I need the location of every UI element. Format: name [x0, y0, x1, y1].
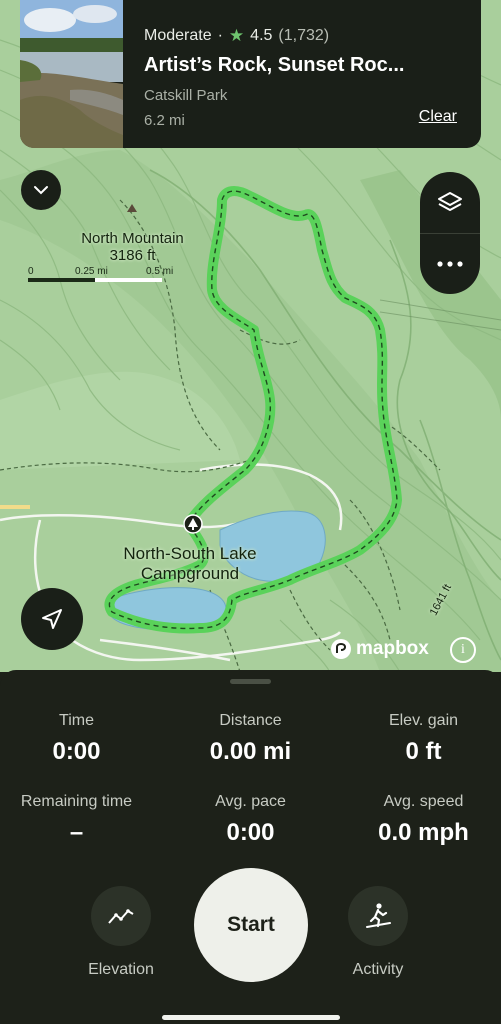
stat-elev-value: 0 ft — [405, 738, 442, 765]
mapbox-text: mapbox — [356, 638, 429, 659]
more-button[interactable] — [420, 234, 480, 294]
star-icon: ★ — [228, 26, 245, 45]
chevron-down-icon — [34, 186, 48, 195]
stat-distance-label: Distance — [219, 712, 282, 729]
stat-time-label: Time — [59, 712, 94, 729]
trail-meta: Moderate · ★ 4.5 (1,732) — [144, 26, 457, 46]
stat-remaining-time: Remaining time – — [0, 793, 160, 847]
campground-label: North-South Lake Campground — [100, 544, 280, 584]
start-button[interactable]: Start — [194, 868, 308, 982]
activity-button[interactable] — [348, 886, 408, 946]
difficulty: Moderate — [144, 27, 212, 44]
elevation-chart-icon — [108, 909, 134, 924]
scale-label-2: 0.5 mi — [146, 266, 174, 277]
trail-name: Artist’s Rock, Sunset Roc... — [144, 54, 405, 76]
scale-label-1: 0.25 mi — [75, 266, 108, 277]
peak-name: North Mountain — [81, 230, 184, 247]
mapbox-attribution: mapbox — [330, 638, 429, 660]
stat-distance-value: 0.00 mi — [209, 738, 292, 765]
rating: 4.5 — [250, 27, 273, 44]
campground-name-line1: North-South Lake — [123, 544, 257, 563]
info-icon[interactable]: i — [450, 637, 476, 663]
trail-card[interactable]: Moderate · ★ 4.5 (1,732) Artist’s Rock, … — [20, 0, 481, 148]
stat-speed-value: 0.0 mph — [378, 819, 469, 846]
campground-name-line2: Campground — [140, 564, 240, 583]
stat-time: Time 0:00 — [0, 712, 160, 766]
stat-remaining-label: Remaining time — [20, 793, 133, 810]
stat-elev-gain: Elev. gain 0 ft — [340, 712, 501, 766]
navigation-arrow-icon — [42, 609, 62, 629]
drag-handle[interactable] — [230, 679, 271, 684]
peak-elevation: 3186 ft — [109, 247, 156, 264]
review-count: (1,732) — [278, 27, 330, 44]
clear-button[interactable]: Clear — [419, 108, 457, 126]
scale-label-0: 0 — [28, 266, 34, 277]
tracking-panel: Time 0:00 Distance 0.00 mi Elev. gain 0 … — [0, 670, 501, 1024]
scale-bar: 0 0.25 mi 0.5 mi — [28, 266, 178, 282]
park-name: Catskill Park — [144, 87, 228, 104]
peak-label: North Mountain 3186 ft — [60, 230, 205, 264]
map-controls — [420, 172, 480, 294]
more-icon — [437, 261, 463, 267]
stat-remaining-value: – — [69, 819, 84, 846]
elevation-label: Elevation — [88, 961, 154, 978]
stat-pace-label: Avg. pace — [215, 793, 286, 810]
stat-avg-pace: Avg. pace 0:00 — [167, 793, 334, 847]
activity-label: Activity — [352, 961, 404, 978]
stat-speed-label: Avg. speed — [383, 793, 464, 810]
stat-pace-value: 0:00 — [226, 819, 275, 846]
meta-separator: · — [217, 27, 223, 44]
mapbox-logo — [331, 639, 351, 659]
stat-elev-label: Elev. gain — [388, 712, 459, 729]
hiker-icon — [366, 903, 391, 928]
collapse-button[interactable] — [21, 170, 61, 210]
trail-thumbnail — [20, 0, 123, 148]
stat-avg-speed: Avg. speed 0.0 mph — [340, 793, 501, 847]
elevation-button[interactable] — [91, 886, 151, 946]
trail-distance: 6.2 mi — [144, 112, 185, 129]
recenter-button[interactable] — [21, 588, 83, 650]
stat-distance: Distance 0.00 mi — [167, 712, 334, 766]
home-indicator[interactable] — [162, 1015, 340, 1020]
stat-time-value: 0:00 — [52, 738, 101, 765]
layers-icon — [438, 191, 462, 211]
layers-button[interactable] — [420, 172, 480, 233]
